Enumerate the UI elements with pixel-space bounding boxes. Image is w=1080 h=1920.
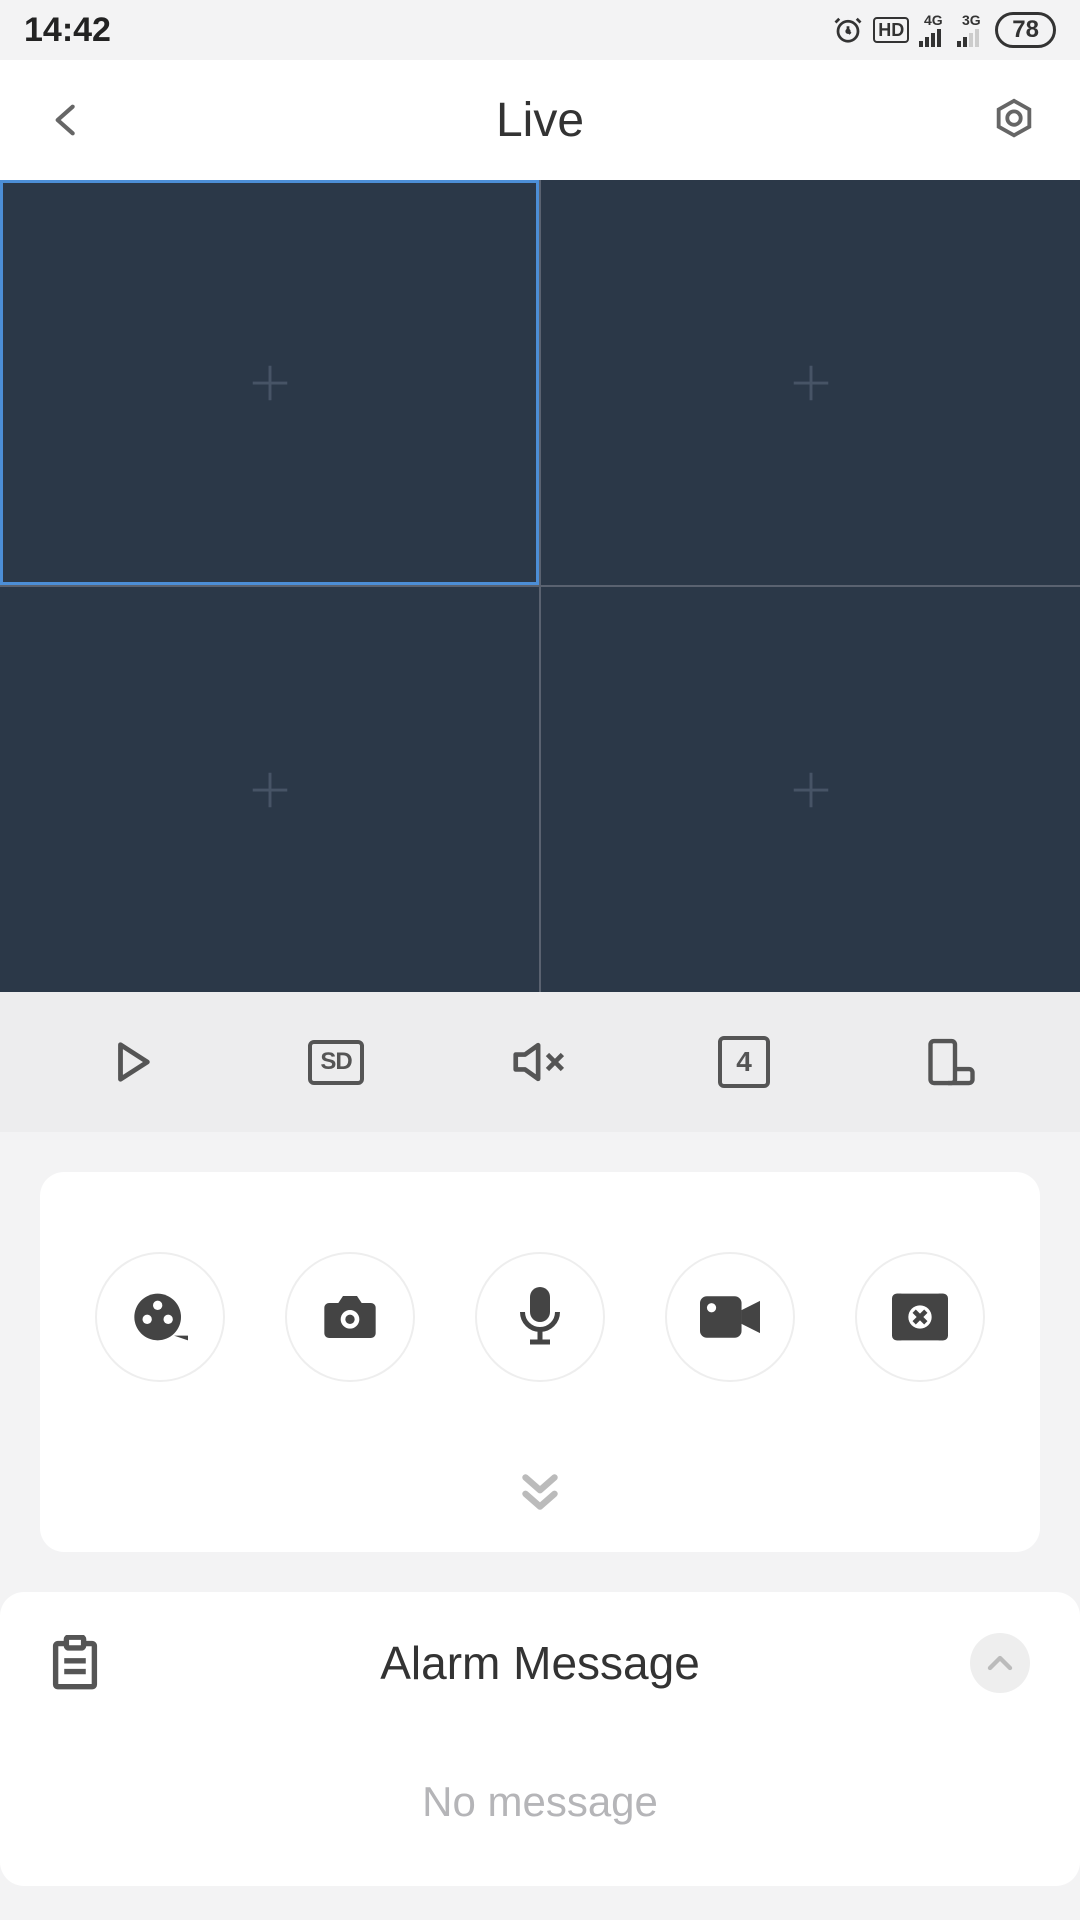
microphone-icon [518,1287,562,1347]
action-row [95,1252,985,1382]
settings-hexagon-icon [991,97,1037,143]
expand-panel-button[interactable] [518,1472,562,1512]
video-slot-2[interactable] [541,180,1080,585]
grid-layout-button[interactable]: 4 [689,1022,799,1102]
device-rotate-icon [920,1035,976,1089]
quality-button[interactable]: SD [281,1022,391,1102]
video-slot-4[interactable] [541,587,1080,992]
talk-button[interactable] [475,1252,605,1382]
mute-button[interactable] [485,1022,595,1102]
signal-3g-icon: 3G [957,13,985,47]
collapse-alarm-button[interactable] [970,1633,1030,1693]
alarm-header: Alarm Message [40,1628,1040,1698]
video-slot-1[interactable] [0,180,539,585]
speaker-muted-icon [512,1037,568,1087]
page-title: Live [496,93,584,148]
back-button[interactable] [36,90,96,150]
record-button[interactable] [665,1252,795,1382]
video-slot-3[interactable] [0,587,539,992]
rotate-device-button[interactable] [893,1022,1003,1102]
action-panel [40,1172,1040,1552]
hd-icon: HD [873,17,909,43]
playback-toolbar: SD 4 [0,992,1080,1132]
alarm-title: Alarm Message [380,1636,700,1690]
signal-4g-icon: 4G [919,13,947,47]
status-bar: 14:42 HD 4G 3G 78 [0,0,1080,60]
chevron-left-icon [46,95,86,145]
grid-4-icon: 4 [718,1036,770,1088]
ptz-button[interactable] [95,1252,225,1382]
settings-button[interactable] [984,90,1044,150]
alarm-clock-icon [833,15,863,45]
sd-icon: SD [308,1040,364,1085]
battery-indicator: 78 [995,12,1056,48]
play-button[interactable] [77,1022,187,1102]
video-grid [0,180,1080,992]
alarm-empty-text: No message [40,1778,1040,1826]
chevron-up-icon [985,1651,1015,1675]
clipboard-icon [50,1635,100,1691]
plus-icon [788,767,834,813]
plus-icon [788,360,834,406]
status-time: 14:42 [24,11,111,50]
snapshot-button[interactable] [285,1252,415,1382]
status-icons-group: HD 4G 3G 78 [833,12,1056,48]
alarm-message-card: Alarm Message No message [0,1592,1080,1886]
close-stream-button[interactable] [855,1252,985,1382]
camera-icon [322,1293,378,1341]
app-header: Live [0,60,1080,180]
play-icon [109,1037,155,1087]
screen-close-icon [892,1293,948,1341]
film-reel-icon [132,1289,188,1345]
plus-icon [247,360,293,406]
plus-icon [247,767,293,813]
video-camera-icon [700,1295,760,1339]
chevron-double-down-icon [518,1472,562,1512]
